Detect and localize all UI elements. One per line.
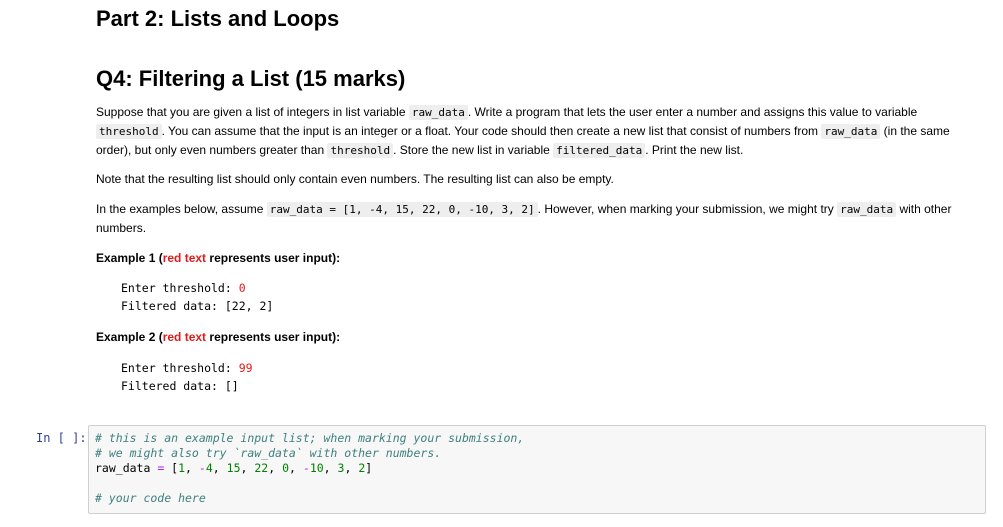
- example-2-output: Enter threshold: 99 Filtered data: []: [121, 361, 253, 393]
- example-1-output: Enter threshold: 0 Filtered data: [22, 2…: [121, 281, 274, 313]
- user-input-value: 99: [238, 361, 253, 375]
- code-comment: # your code here: [95, 491, 206, 505]
- code-comment: # we might also try `raw_data` with othe…: [95, 446, 442, 460]
- example-2-heading: Example 2 (red text represents user inpu…: [96, 330, 341, 344]
- examples-intro: In the examples below, assume raw_data =…: [96, 202, 952, 235]
- code-raw-data-assign: raw_data = [1, -4, 15, 22, 0, -10, 3, 2]: [266, 202, 538, 217]
- code-raw-data: raw_data: [837, 202, 897, 217]
- code-filtered-data: filtered_data: [553, 143, 646, 158]
- code-comment: # this is an example input list; when ma…: [95, 431, 525, 445]
- code-raw-data: raw_data: [821, 124, 881, 139]
- user-input-value: 0: [238, 281, 246, 295]
- code-cell-editor[interactable]: # this is an example input list; when ma…: [95, 431, 524, 506]
- cell-prompt: In [ ]:: [36, 431, 87, 445]
- note-paragraph: Note that the resulting list should only…: [96, 172, 614, 186]
- example-1-heading: Example 1 (red text represents user inpu…: [96, 251, 341, 265]
- part-title: Part 2: Lists and Loops: [96, 6, 340, 31]
- problem-description: Suppose that you are given a list of int…: [96, 105, 950, 158]
- question-title: Q4: Filtering a List (15 marks): [96, 66, 406, 91]
- code-raw-data: raw_data: [408, 105, 468, 120]
- code-threshold: threshold: [96, 124, 162, 139]
- code-threshold: threshold: [327, 143, 394, 158]
